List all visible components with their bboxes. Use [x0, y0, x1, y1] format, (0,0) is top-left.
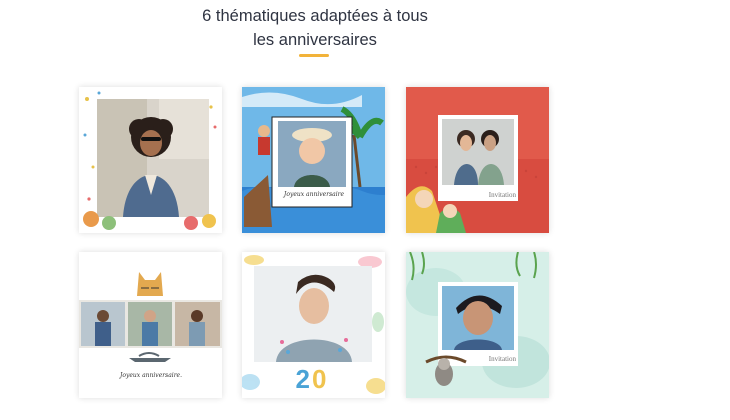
card-caption: Joyeux anniversaire.: [119, 372, 183, 379]
section-heading: 6 thématiques adaptées à tous les annive…: [150, 4, 480, 52]
theme-card-jungle[interactable]: Invitation: [406, 252, 549, 398]
theme-card-cat[interactable]: Joyeux anniversaire.: [79, 252, 222, 398]
theme-card-confetti[interactable]: [79, 87, 222, 233]
theme-card-pop-art[interactable]: Invitation: [406, 87, 549, 233]
card-illustration: [242, 87, 385, 233]
card-caption: Joyeux anniversaire: [283, 191, 345, 198]
card-illustration: [406, 252, 549, 398]
card-illustration: [406, 87, 549, 233]
svg-text:2: 2: [296, 364, 310, 394]
card-caption: Invitation: [488, 355, 516, 363]
heading-line-2: les anniversaires: [253, 31, 377, 49]
card-illustration: [79, 87, 222, 233]
heading-line-1: 6 thématiques adaptées à tous: [202, 7, 428, 25]
theme-card-watercolor[interactable]: 2 0: [242, 252, 385, 398]
card-illustration: 2 0: [242, 252, 385, 398]
svg-text:0: 0: [312, 364, 326, 394]
theme-card-pirate[interactable]: Joyeux anniversaire: [242, 87, 385, 233]
heading-accent-underline: [299, 54, 329, 57]
card-caption: Invitation: [488, 191, 516, 199]
